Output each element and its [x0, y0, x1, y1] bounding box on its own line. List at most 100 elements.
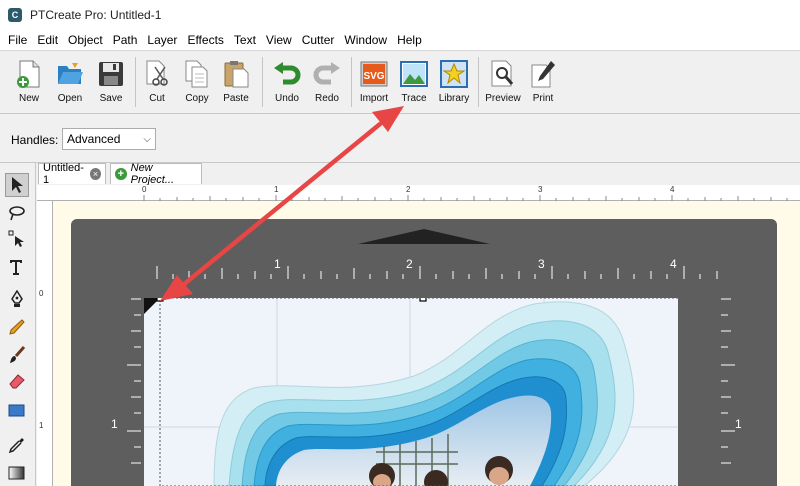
lasso-tool[interactable] [5, 201, 29, 225]
import-label: Import [359, 93, 389, 104]
main-toolbar: New Open Save Cut Copy Paste Undo Redo S… [0, 50, 800, 114]
eraser-tool[interactable] [5, 369, 29, 393]
tab-new-project-label: New Project... [130, 162, 175, 186]
shape-tool[interactable] [5, 399, 29, 423]
ruler-label: 0 [39, 289, 44, 298]
print-button[interactable]: Print [523, 59, 563, 111]
scissors-icon [142, 59, 172, 89]
menu-object[interactable]: Object [63, 33, 108, 47]
brush-icon [10, 346, 26, 363]
open-folder-icon [55, 59, 85, 89]
eraser-icon [9, 374, 25, 389]
node-arrow-icon [8, 230, 24, 247]
paste-label: Paste [223, 93, 249, 104]
eyedropper-tool[interactable] [5, 433, 29, 457]
menu-path[interactable]: Path [108, 33, 143, 47]
save-button[interactable]: Save [91, 59, 131, 111]
pointer-arrow-icon [12, 177, 23, 193]
mat-label: 3 [538, 257, 545, 271]
lasso-icon [9, 206, 25, 221]
horizontal-ruler-ticks [143, 195, 788, 201]
library-button[interactable]: Library [434, 59, 474, 111]
new-file-icon [14, 59, 44, 89]
print-label: Print [532, 93, 554, 104]
menu-layer[interactable]: Layer [142, 33, 182, 47]
menu-view[interactable]: View [261, 33, 297, 47]
text-tool[interactable] [5, 255, 29, 279]
preview-button[interactable]: Preview [483, 59, 523, 111]
handles-dropdown[interactable]: Advanced ⌵ [62, 128, 156, 150]
paste-clipboard-icon [221, 59, 251, 89]
copy-icon [182, 59, 212, 89]
undo-button[interactable]: Undo [267, 59, 307, 111]
menu-edit[interactable]: Edit [32, 33, 63, 47]
handles-bar: Handles: Advanced ⌵ [0, 115, 800, 163]
brush-tool[interactable] [5, 343, 29, 367]
text-t-icon [10, 260, 22, 275]
library-label: Library [438, 93, 470, 104]
new-button[interactable]: New [9, 59, 49, 111]
handles-label: Handles: [11, 133, 59, 147]
pencil-icon [9, 319, 25, 335]
trace-button[interactable]: Trace [394, 59, 434, 111]
menu-effects[interactable]: Effects [182, 33, 228, 47]
tab-new-project[interactable]: + New Project... [110, 162, 202, 186]
menu-cutter[interactable]: Cutter [297, 33, 340, 47]
toolbar-separator [478, 57, 479, 107]
ruler-label: 0 [142, 185, 147, 194]
document-page[interactable] [144, 298, 678, 486]
rectangle-icon [8, 404, 25, 417]
cut-button[interactable]: Cut [137, 59, 177, 111]
paste-button[interactable]: Paste [216, 59, 256, 111]
preview-label: Preview [485, 93, 521, 104]
ruler-label: 1 [39, 421, 44, 430]
copy-button[interactable]: Copy [177, 59, 217, 111]
tab-untitled-1[interactable]: Untitled-1 × [38, 162, 106, 186]
gradient-tool[interactable] [5, 461, 29, 485]
undo-arrow-icon [272, 59, 302, 89]
redo-arrow-icon [312, 59, 342, 89]
pen-tool[interactable] [5, 287, 29, 311]
window-title: PTCreate Pro: Untitled-1 [30, 8, 162, 22]
pencil-tool[interactable] [5, 315, 29, 339]
ruler-label: 1 [274, 185, 279, 194]
menu-help[interactable]: Help [392, 33, 427, 47]
trace-label: Trace [401, 93, 427, 104]
save-label: Save [99, 93, 123, 104]
vertical-ruler: 0 1 [37, 201, 53, 486]
import-svg-icon: SVG [359, 59, 389, 89]
mat-label: 1 [274, 257, 281, 271]
save-disk-icon [96, 59, 126, 89]
close-tab-icon[interactable]: × [90, 168, 101, 180]
toolbar-separator [262, 57, 263, 107]
menu-bar: File Edit Object Path Layer Effects Text… [0, 30, 800, 50]
menu-file[interactable]: File [3, 33, 32, 47]
cut-label: Cut [149, 93, 165, 104]
gradient-icon [8, 466, 25, 480]
node-select-tool[interactable] [5, 227, 29, 251]
menu-window[interactable]: Window [339, 33, 392, 47]
redo-button[interactable]: Redo [307, 59, 347, 111]
horizontal-ruler: 0 1 2 3 4 [37, 185, 800, 201]
toolbar-separator [135, 57, 136, 107]
document-tabs: Untitled-1 × + New Project... [36, 162, 800, 186]
layered-frame-artwork[interactable] [144, 298, 678, 486]
toolbar-separator [351, 57, 352, 107]
magnifier-icon [488, 59, 518, 89]
open-label: Open [57, 93, 83, 104]
ruler-label: 4 [670, 185, 675, 194]
import-badge-text: SVG [363, 71, 384, 82]
mat-label: 4 [670, 257, 677, 271]
chevron-down-icon: ⌵ [143, 133, 151, 145]
redo-label: Redo [315, 93, 339, 104]
app-logo-icon: C [8, 8, 22, 22]
open-button[interactable]: Open [50, 59, 90, 111]
new-label: New [18, 93, 39, 104]
menu-text[interactable]: Text [229, 33, 261, 47]
ruler-label: 2 [406, 185, 411, 194]
import-button[interactable]: SVG Import [354, 59, 394, 111]
ruler-label: 3 [538, 185, 543, 194]
select-tool[interactable] [5, 173, 29, 197]
tools-palette [0, 163, 36, 486]
handles-dropdown-value: Advanced [67, 132, 121, 146]
